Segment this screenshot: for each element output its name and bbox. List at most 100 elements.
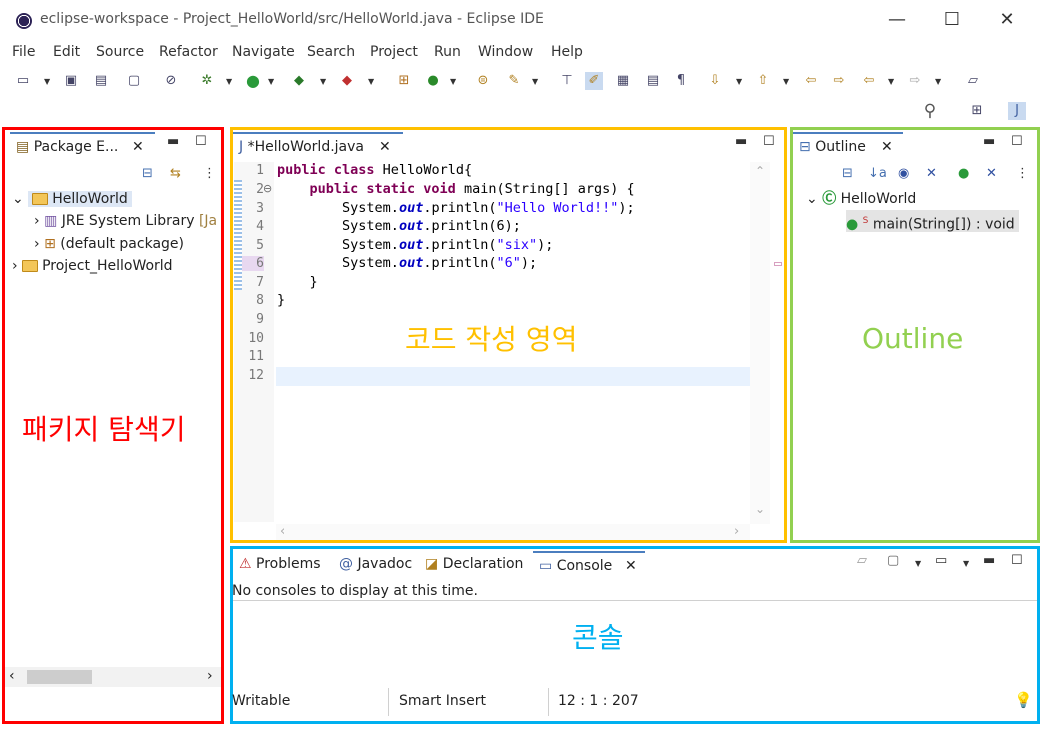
run-icon[interactable]: ● (244, 72, 262, 90)
tab-outline[interactable]: ⊟ Outline ✕ (793, 132, 903, 160)
maximize-button[interactable]: ☐ (937, 8, 967, 32)
pilcrow-icon[interactable]: ¶ (672, 72, 690, 90)
chevron-down-icon[interactable]: ▼ (736, 77, 742, 86)
tree-item-project-helloworld[interactable]: › Project_HelloWorld (12, 255, 173, 277)
chevron-down-icon[interactable]: ▼ (44, 77, 50, 86)
close-window-button[interactable]: ✕ (992, 8, 1022, 32)
minimize-view-icon[interactable]: ▬ (167, 134, 179, 149)
forward-icon[interactable]: ⇨ (906, 72, 924, 90)
debug-icon[interactable]: ✲ (198, 72, 216, 90)
vertical-scrollbar[interactable]: ⌃ ⌄ (750, 162, 770, 524)
view-menu-icon[interactable]: ⋮ (1016, 166, 1029, 181)
chevron-right-icon[interactable]: › (734, 524, 739, 539)
tree-item-jre[interactable]: › ▥ JRE System Library [Ja (34, 210, 217, 232)
search-tool-icon[interactable]: ✎ (505, 72, 523, 90)
previous-annotation-icon[interactable]: ⇧ (754, 72, 772, 90)
maximize-view-icon[interactable]: ☐ (1011, 134, 1023, 149)
chevron-down-icon[interactable]: ▼ (783, 77, 789, 86)
minimize-button[interactable]: — (882, 8, 912, 32)
open-perspective-icon[interactable]: ⊞ (968, 102, 986, 120)
pin-editor-icon[interactable]: ▱ (964, 72, 982, 90)
back-icon[interactable]: ⇦ (860, 72, 878, 90)
maximize-view-icon[interactable]: ☐ (195, 134, 207, 149)
collapse-all-icon[interactable]: ⊟ (142, 166, 153, 181)
chevron-down-icon[interactable]: ▼ (268, 77, 274, 86)
new-class-icon[interactable]: ● (424, 72, 442, 90)
outline-item-class[interactable]: ⌄ Ⓒ HelloWorld (806, 188, 916, 210)
tab-helloworld-java[interactable]: J *HelloWorld.java ✕ (233, 132, 403, 160)
chevron-down-icon[interactable]: ▼ (935, 77, 941, 86)
tab-package-explorer[interactable]: ▤ Package E... ✕ (10, 132, 155, 160)
menu-edit[interactable]: Edit (53, 44, 80, 60)
menu-file[interactable]: File (12, 44, 35, 60)
chevron-right-icon[interactable]: › (34, 213, 40, 229)
chevron-down-icon[interactable]: ⌄ (806, 191, 818, 207)
horizontal-scrollbar[interactable]: ‹ › (5, 667, 221, 687)
forward-edit-icon[interactable]: ⇨ (830, 72, 848, 90)
chevron-right-icon[interactable]: › (12, 258, 18, 274)
last-edit-icon[interactable]: ⇦ (802, 72, 820, 90)
menu-source[interactable]: Source (96, 44, 144, 60)
code-line-7[interactable]: } (277, 274, 318, 290)
collapse-all-icon[interactable]: ⊟ (842, 166, 853, 181)
block-selection-icon[interactable]: ▦ (614, 72, 632, 90)
chevron-up-icon[interactable]: ⌃ (755, 164, 765, 178)
chevron-down-icon[interactable]: ▼ (226, 77, 232, 86)
save-all-icon[interactable]: ▤ (92, 72, 110, 90)
show-whitespace-icon[interactable]: ▤ (644, 72, 662, 90)
close-icon[interactable]: ✕ (132, 134, 144, 160)
menu-navigate[interactable]: Navigate (232, 44, 295, 60)
menu-help[interactable]: Help (551, 44, 583, 60)
tree-item-default-package[interactable]: › ⊞ (default package) (34, 233, 184, 255)
close-icon[interactable]: ✕ (881, 134, 893, 160)
coverage-icon[interactable]: ◆ (290, 72, 308, 90)
chevron-down-icon[interactable]: ▼ (320, 77, 326, 86)
lightbulb-icon[interactable]: 💡 (1014, 691, 1033, 709)
maximize-view-icon[interactable]: ☐ (1011, 553, 1023, 568)
tab-console[interactable]: ▭ Console ✕ (533, 551, 645, 579)
pin-console-icon[interactable]: ▱ (857, 553, 867, 568)
code-line-4[interactable]: System.out.println(6); (277, 218, 521, 234)
chevron-right-icon[interactable]: › (207, 668, 213, 684)
scrollbar-thumb[interactable] (27, 670, 92, 684)
chevron-down-icon[interactable]: ▼ (888, 77, 894, 86)
maximize-view-icon[interactable]: ☐ (763, 134, 775, 149)
view-menu-icon[interactable]: ⋮ (203, 166, 216, 181)
chevron-down-icon[interactable]: ▼ (368, 77, 374, 86)
code-line-1[interactable]: public class HelloWorld{ (277, 162, 472, 178)
search-icon[interactable]: ⚲ (921, 102, 939, 120)
menu-window[interactable]: Window (478, 44, 533, 60)
display-console-icon[interactable]: ▢ (887, 553, 899, 568)
skip-breakpoints-icon[interactable]: ⊘ (162, 72, 180, 90)
chevron-down-icon[interactable]: ▼ (915, 559, 921, 568)
minimize-view-icon[interactable]: ▬ (983, 134, 995, 149)
code-line-2[interactable]: public static void main(String[] args) { (277, 181, 635, 197)
mark-occurrences-icon[interactable]: ✐ (585, 72, 603, 90)
minimize-view-icon[interactable]: ▬ (735, 134, 747, 149)
chevron-left-icon[interactable]: ‹ (9, 668, 15, 684)
code-line-8[interactable]: } (277, 292, 285, 308)
chevron-left-icon[interactable]: ‹ (280, 524, 285, 539)
menu-project[interactable]: Project (370, 44, 418, 60)
java-perspective-icon[interactable]: J (1008, 102, 1026, 120)
chevron-down-icon[interactable]: ▼ (532, 77, 538, 86)
terminal-icon[interactable]: ▢ (125, 72, 143, 90)
close-icon[interactable]: ✕ (625, 553, 637, 579)
close-icon[interactable]: ✕ (379, 134, 391, 160)
tab-problems[interactable]: ⚠ Problems (233, 551, 331, 579)
new-console-icon[interactable]: ▭ (935, 553, 947, 568)
tab-javadoc[interactable]: @ Javadoc (333, 551, 417, 579)
menu-search[interactable]: Search (307, 44, 355, 60)
chevron-right-icon[interactable]: › (34, 236, 40, 252)
chevron-down-icon[interactable]: ⌄ (12, 191, 24, 207)
overview-marker[interactable] (774, 262, 782, 266)
hide-fields-icon[interactable]: ◉ (898, 166, 909, 181)
code-line-5[interactable]: System.out.println("six"); (277, 237, 553, 253)
external-tools-icon[interactable]: ◆ (338, 72, 356, 90)
hide-local-types-icon[interactable]: ✕ (986, 166, 997, 181)
minimize-view-icon[interactable]: ▬ (983, 553, 995, 568)
horizontal-scrollbar[interactable]: ‹ › (276, 524, 750, 540)
sort-icon[interactable]: ↓a (868, 166, 887, 181)
fold-icon[interactable]: ⊖ (263, 182, 272, 195)
code-line-3[interactable]: System.out.println("Hello World!!"); (277, 200, 635, 216)
